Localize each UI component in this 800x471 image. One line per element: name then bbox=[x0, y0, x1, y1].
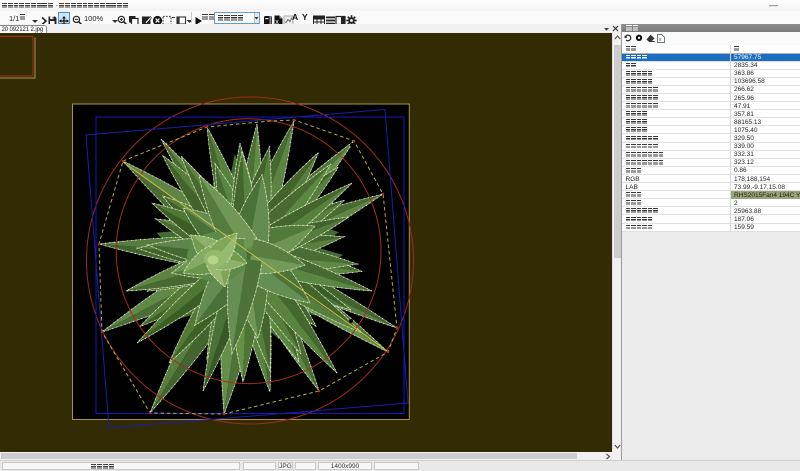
svg-text:x: x bbox=[659, 37, 662, 43]
